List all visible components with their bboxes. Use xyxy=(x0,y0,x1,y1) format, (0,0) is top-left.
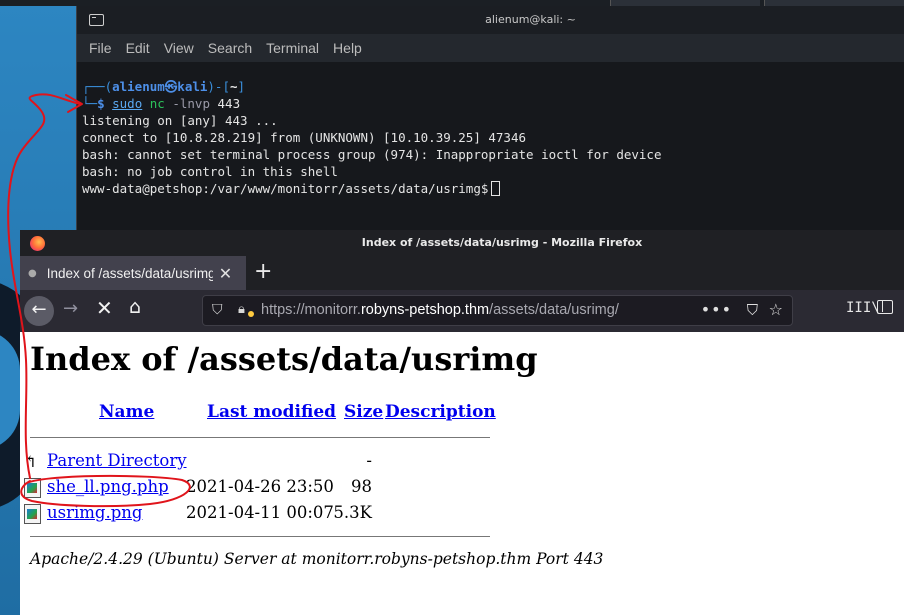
tab-close-icon[interactable]: ✕ xyxy=(219,264,232,283)
terminal-titlebar[interactable]: alienum@kali: ~ xyxy=(77,6,904,34)
url-bar[interactable]: ⛉ 🔒︎ https://monitorr.robyns-petshop.thm… xyxy=(202,295,793,326)
url-path: /assets/data/usrimg/ xyxy=(489,302,619,318)
stop-button[interactable]: ✕ xyxy=(96,296,113,320)
image-file-icon xyxy=(24,478,41,498)
menu-file[interactable]: File xyxy=(89,40,112,56)
file-date: 2021-04-11 00:07 xyxy=(186,503,334,522)
prompt-dir: ~ xyxy=(229,79,238,94)
file-size: - xyxy=(366,451,372,470)
file-date: 2021-04-26 23:50 xyxy=(186,477,334,496)
prompt-open: ┌──( xyxy=(82,79,113,94)
output-line: bash: no job control in this shell xyxy=(82,164,338,179)
menu-search[interactable]: Search xyxy=(208,40,252,56)
menu-view[interactable]: View xyxy=(164,40,194,56)
menu-help[interactable]: Help xyxy=(333,40,362,56)
menu-edit[interactable]: Edit xyxy=(126,40,150,56)
warning-dot-icon xyxy=(248,311,254,317)
terminal-output[interactable]: ┌──(alienum㉿kali)-[~] └─$ sudo nc -lnvp … xyxy=(77,62,904,244)
prompt-prefix: └─ xyxy=(82,96,98,111)
table-row: usrimg.png 2021-04-11 00:07 5.3K xyxy=(20,502,500,526)
column-header-name[interactable]: Name xyxy=(99,402,154,422)
firefox-window[interactable]: Index of /assets/data/usrimg - Mozilla F… xyxy=(20,230,904,615)
url-prefix: https://monitorr. xyxy=(261,302,361,318)
terminal-window[interactable]: alienum@kali: ~ File Edit View Search Te… xyxy=(76,6,904,244)
file-size: 5.3K xyxy=(333,503,372,522)
terminal-title: alienum@kali: ~ xyxy=(485,13,576,26)
table-row: she_ll.png.php 2021-04-26 23:50 98 xyxy=(20,476,500,500)
command-program: nc xyxy=(149,96,165,111)
prompt-line-1: ┌──(alienum㉿kali)-[~] xyxy=(82,78,904,95)
command-port: 443 xyxy=(217,96,241,111)
navigation-toolbar: ← → ✕ ⌂ ⛉ 🔒︎ https://monitorr.robyns-pet… xyxy=(20,290,904,332)
output-line: bash: cannot set terminal process group … xyxy=(82,147,662,162)
prompt-dollar: $ xyxy=(97,96,105,111)
star-icon[interactable]: ☆ xyxy=(769,300,783,319)
shield-icon[interactable]: ⛉ xyxy=(212,302,223,318)
prompt-dir-open: )-[ xyxy=(207,79,230,94)
new-tab-button[interactable]: + xyxy=(254,259,272,284)
tab-favicon-icon: ● xyxy=(28,267,37,279)
back-folder-icon: ↰ xyxy=(24,452,38,471)
table-divider xyxy=(30,536,490,537)
back-button[interactable]: ← xyxy=(24,296,54,326)
column-header-description[interactable]: Description xyxy=(385,402,496,422)
more-icon[interactable]: ••• xyxy=(701,300,732,319)
forward-button[interactable]: → xyxy=(63,298,78,319)
lock-warning-icon[interactable]: 🔒︎ xyxy=(238,302,245,317)
terminal-menubar: File Edit View Search Terminal Help xyxy=(77,34,904,62)
table-row: ↰ Parent Directory - xyxy=(20,450,500,474)
terminal-cursor xyxy=(491,181,501,196)
tab-label: Index of /assets/data/usrimg xyxy=(46,265,213,281)
file-size: 98 xyxy=(351,477,372,496)
library-icon[interactable]: III\ xyxy=(846,300,880,316)
tab-usrimg[interactable]: ● Index of /assets/data/usrimg ✕ xyxy=(20,256,246,290)
prompt-dir-close: ] xyxy=(237,79,246,94)
url-host: robyns-petshop.thm xyxy=(360,302,490,318)
shell-prompt: www-data@petshop:/var/www/monitorr/asset… xyxy=(82,181,489,196)
prompt-user-host: alienum㉿kali xyxy=(112,79,208,94)
page-heading: Index of /assets/data/usrimg xyxy=(30,340,538,378)
sidebar-icon[interactable] xyxy=(877,300,893,314)
output-line: connect to [10.8.28.219] from (UNKNOWN) … xyxy=(82,130,527,145)
table-divider xyxy=(30,437,490,438)
server-address: Apache/2.4.29 (Ubuntu) Server at monitor… xyxy=(30,550,604,568)
shell-prompt-line[interactable]: www-data@petshop:/var/www/monitorr/asset… xyxy=(82,180,904,197)
column-header-last-modified[interactable]: Last modified xyxy=(207,402,336,422)
command-sudo: sudo xyxy=(112,96,143,111)
tab-bar: ● Index of /assets/data/usrimg ✕ + xyxy=(20,256,904,290)
output-line: listening on [any] 443 ... xyxy=(82,113,278,128)
home-button[interactable]: ⌂ xyxy=(129,296,141,318)
file-link-usrimg-png[interactable]: usrimg.png xyxy=(47,503,142,522)
firefox-window-title: Index of /assets/data/usrimg - Mozilla F… xyxy=(361,236,643,249)
page-content: Index of /assets/data/usrimg Name Last m… xyxy=(20,332,904,615)
command-args: -lnvp xyxy=(172,96,210,111)
url-text[interactable]: https://monitorr.robyns-petshop.thm/asse… xyxy=(261,302,619,318)
prompt-line-2: └─$ sudo nc -lnvp 443 xyxy=(82,95,904,112)
menu-terminal[interactable]: Terminal xyxy=(266,40,319,56)
image-file-icon xyxy=(24,504,41,524)
file-link-she-ll-png-php[interactable]: she_ll.png.php xyxy=(47,477,169,496)
pocket-icon[interactable]: ⛉ xyxy=(747,301,758,319)
column-header-size[interactable]: Size xyxy=(344,402,383,422)
firefox-titlebar[interactable]: Index of /assets/data/usrimg - Mozilla F… xyxy=(20,230,904,256)
file-link-parent-directory[interactable]: Parent Directory xyxy=(47,451,187,470)
